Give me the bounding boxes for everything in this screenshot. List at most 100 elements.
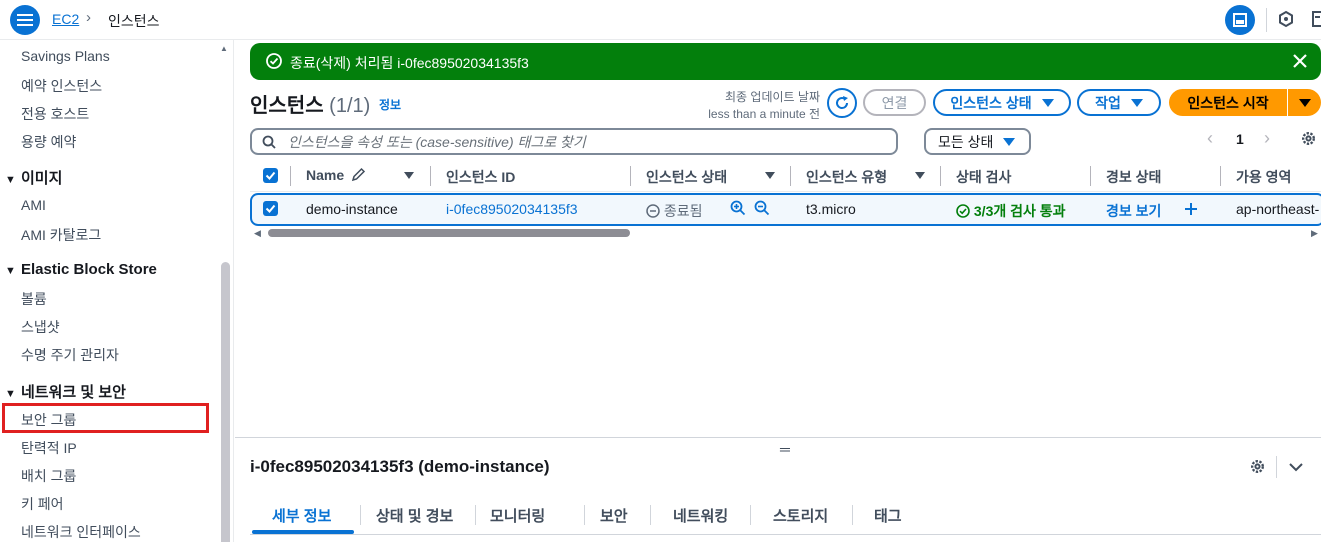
menu-button[interactable] bbox=[10, 5, 40, 35]
cell-instance-id-link[interactable]: i-0fec89502034135f3 bbox=[446, 201, 578, 217]
column-divider bbox=[630, 166, 631, 186]
zoom-in-icon[interactable] bbox=[730, 200, 746, 216]
chevron-right-icon: › bbox=[86, 9, 91, 26]
plus-icon[interactable] bbox=[1184, 202, 1198, 216]
sidebar-item-ami-catalog[interactable]: AMI 카탈로그 bbox=[21, 225, 101, 245]
info-link[interactable]: 정보 bbox=[379, 96, 401, 113]
sidebar-item-capacity-reservations[interactable]: 용량 예약 bbox=[21, 132, 76, 152]
caret-down-icon bbox=[1298, 98, 1311, 107]
gear-icon[interactable] bbox=[1249, 458, 1266, 475]
launch-instance-button[interactable]: 인스턴스 시작 bbox=[1169, 89, 1287, 116]
sidebar-item-ami[interactable]: AMI bbox=[21, 197, 46, 213]
sort-icon[interactable] bbox=[915, 172, 925, 179]
column-divider bbox=[1090, 166, 1091, 186]
breadcrumb-current: 인스턴스 bbox=[108, 13, 160, 29]
sidebar-item-volumes[interactable]: 볼륨 bbox=[21, 289, 47, 309]
highlight-box bbox=[2, 403, 209, 433]
divider bbox=[250, 534, 1321, 535]
caret-down-icon bbox=[1003, 137, 1016, 146]
page-title: 인스턴스 (1/1) bbox=[250, 89, 370, 118]
refresh-icon bbox=[836, 96, 849, 109]
check-circle-icon bbox=[266, 53, 282, 69]
split-panel-border bbox=[235, 437, 1321, 438]
sidebar-item-lifecycle-manager[interactable]: 수명 주기 관리자 bbox=[21, 345, 119, 365]
filter-selected-value: 모든 상태 bbox=[938, 133, 994, 150]
sidebar-item-dedicated-hosts[interactable]: 전용 호스트 bbox=[21, 104, 89, 124]
tab-details[interactable]: 세부 정보 bbox=[272, 505, 331, 526]
close-icon[interactable] bbox=[1290, 51, 1310, 71]
view-alarms-link[interactable]: 경보 보기 bbox=[1106, 201, 1161, 221]
scroll-up-icon[interactable]: ▲ bbox=[220, 44, 228, 53]
resize-handle-icon[interactable]: ═ bbox=[780, 441, 790, 457]
refresh-button[interactable] bbox=[827, 88, 857, 118]
instance-state-filter[interactable]: 모든 상태 bbox=[924, 128, 1031, 155]
column-divider bbox=[290, 166, 291, 186]
search-input[interactable] bbox=[288, 130, 888, 153]
column-header-alarm-status[interactable]: 경보 상태 bbox=[1106, 167, 1161, 187]
next-page-icon[interactable]: › bbox=[1264, 128, 1270, 149]
column-header-instance-id[interactable]: 인스턴스 ID bbox=[446, 167, 515, 187]
select-all-checkbox[interactable] bbox=[263, 168, 278, 183]
sidebar-item-network-interfaces[interactable]: 네트워크 인터페이스 bbox=[21, 522, 141, 542]
column-divider bbox=[790, 166, 791, 186]
sidebar-item-reserved-instances[interactable]: 예약 인스턴스 bbox=[21, 76, 102, 96]
tab-security[interactable]: 보안 bbox=[600, 505, 628, 526]
scroll-left-icon[interactable]: ◀ bbox=[254, 228, 261, 239]
last-updated-value: less than a minute 전 bbox=[708, 107, 820, 121]
tab-divider bbox=[750, 505, 751, 525]
sort-icon[interactable] bbox=[404, 172, 414, 179]
breadcrumb-ec2-link[interactable]: EC2 bbox=[52, 11, 79, 27]
gear-icon[interactable] bbox=[1300, 130, 1317, 147]
sidebar-item-snapshots[interactable]: 스냅샷 bbox=[21, 317, 60, 337]
sort-icon[interactable] bbox=[765, 172, 775, 179]
tab-networking[interactable]: 네트워킹 bbox=[673, 505, 728, 526]
split-panel-toggle-button[interactable] bbox=[1225, 5, 1255, 35]
sidebar-scrollbar[interactable] bbox=[221, 262, 230, 542]
chevron-down-icon[interactable] bbox=[1288, 460, 1304, 474]
panel-icon bbox=[1233, 13, 1247, 27]
caret-down-icon: ▼ bbox=[5, 174, 16, 186]
sidebar-section-label: Elastic Block Store bbox=[21, 261, 157, 278]
tools-icon[interactable] bbox=[1312, 10, 1321, 31]
check-circle-icon bbox=[956, 204, 970, 218]
column-divider bbox=[940, 166, 941, 186]
column-divider bbox=[430, 166, 431, 186]
tab-status-alarms[interactable]: 상태 및 경보 bbox=[376, 505, 453, 526]
tab-divider bbox=[852, 505, 853, 525]
check-icon bbox=[265, 171, 276, 180]
connect-button[interactable]: 연결 bbox=[863, 89, 926, 116]
cell-instance-state: 종료됨 bbox=[646, 201, 703, 221]
instance-state-dropdown[interactable]: 인스턴스 상태 bbox=[933, 89, 1071, 116]
sidebar-item-elastic-ip[interactable]: 탄력적 IP bbox=[21, 438, 77, 458]
column-header-instance-type[interactable]: 인스턴스 유형 bbox=[806, 167, 887, 187]
scroll-right-icon[interactable]: ▶ bbox=[1311, 228, 1318, 239]
column-header-status-check[interactable]: 상태 검사 bbox=[956, 167, 1011, 187]
instance-count: (1/1) bbox=[329, 95, 371, 117]
previous-page-icon[interactable]: ‹ bbox=[1207, 128, 1213, 149]
tab-monitoring[interactable]: 모니터링 bbox=[490, 505, 545, 526]
tab-divider bbox=[360, 505, 361, 525]
instance-state-text: 종료됨 bbox=[663, 203, 703, 219]
sidebar-section-label: 이미지 bbox=[21, 170, 63, 187]
column-header-instance-state[interactable]: 인스턴스 상태 bbox=[646, 167, 727, 187]
column-header-availability-zone[interactable]: 가용 영역 bbox=[1236, 167, 1291, 187]
actions-dropdown[interactable]: 작업 bbox=[1077, 89, 1161, 116]
row-checkbox[interactable] bbox=[263, 201, 278, 216]
sidebar-item-placement-groups[interactable]: 배치 그룹 bbox=[21, 466, 76, 486]
zoom-out-icon[interactable] bbox=[754, 200, 770, 216]
sidebar-section-network-security[interactable]: ▼ 네트워크 및 보안 bbox=[5, 381, 126, 402]
cube-icon[interactable] bbox=[1277, 10, 1295, 31]
notification-message: 종료(삭제) 처리됨 i-0fec89502034135f3 bbox=[290, 55, 529, 71]
launch-instance-dropdown[interactable] bbox=[1288, 89, 1321, 116]
horizontal-scrollbar[interactable] bbox=[268, 229, 630, 237]
current-page[interactable]: 1 bbox=[1236, 131, 1244, 147]
column-header-name[interactable]: Name bbox=[306, 167, 366, 183]
tab-tags[interactable]: 태그 bbox=[874, 505, 902, 526]
sidebar-section-ebs[interactable]: ▼ Elastic Block Store bbox=[5, 261, 157, 278]
tab-storage[interactable]: 스토리지 bbox=[773, 505, 828, 526]
sidebar-item-savings-plans[interactable]: Savings Plans bbox=[21, 48, 110, 64]
sidebar-section-images[interactable]: ▼ 이미지 bbox=[5, 167, 62, 188]
stopped-icon bbox=[646, 204, 660, 218]
sidebar-item-key-pairs[interactable]: 키 페어 bbox=[21, 494, 64, 514]
divider bbox=[1266, 8, 1267, 32]
